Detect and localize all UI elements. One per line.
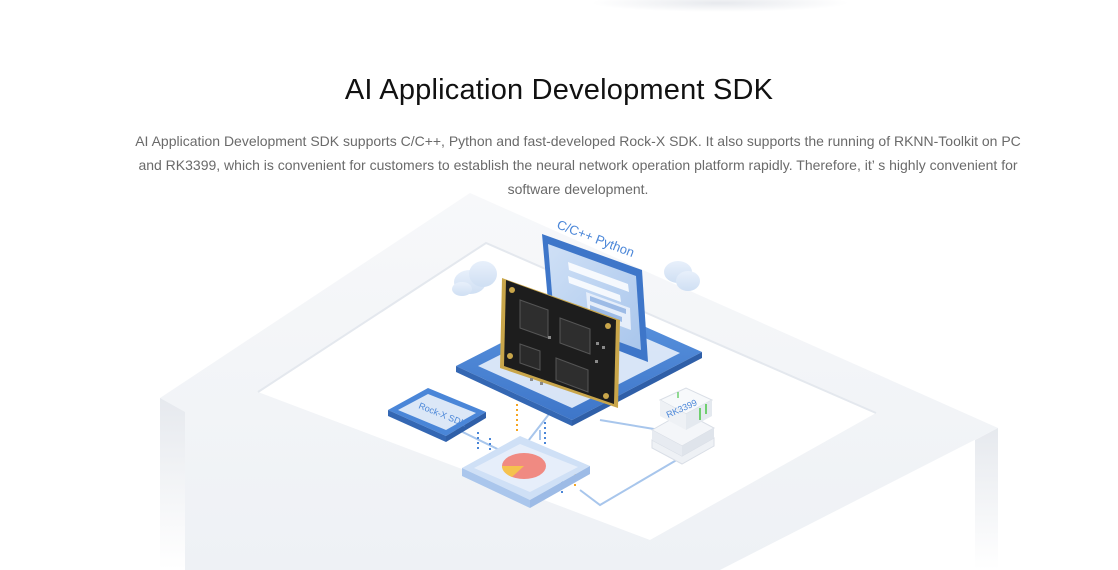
section-title: AI Application Development SDK — [344, 74, 774, 106]
sdk-illustration: C/C++ Python Rock-X SDK RK3399 — [160, 193, 998, 570]
top-shadow-decoration — [590, 0, 850, 12]
